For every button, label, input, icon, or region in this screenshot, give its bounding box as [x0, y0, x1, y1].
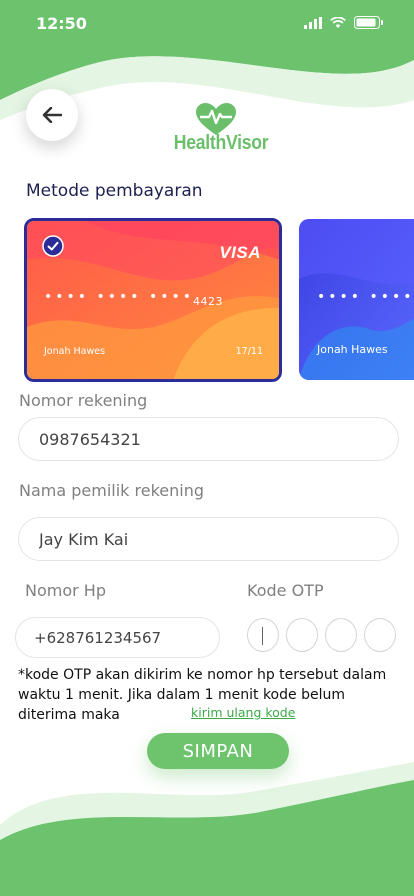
otp-label: Kode OTP: [247, 581, 324, 600]
payment-card-visa[interactable]: VISA •••• •••• •••• 4423 Jonah Hawes 17/…: [24, 218, 282, 382]
otp-digit-4[interactable]: [364, 618, 396, 652]
status-bar: 12:50: [0, 0, 414, 48]
account-number-input[interactable]: [18, 417, 399, 461]
signal-icon: [304, 16, 322, 29]
status-icons: [304, 16, 384, 29]
card-holder-name: Jonah Hawes: [317, 343, 388, 356]
status-time: 12:50: [36, 14, 87, 33]
battery-icon: [354, 16, 383, 29]
payment-card-second[interactable]: •••• •••• Jonah Hawes: [299, 219, 414, 380]
arrow-left-icon: [42, 107, 62, 123]
account-number-label: Nomor rekening: [19, 391, 148, 410]
phone-input[interactable]: [15, 617, 220, 658]
card-holder-name: Jonah Hawes: [44, 346, 106, 357]
wifi-icon: [330, 16, 346, 28]
otp-digit-1[interactable]: [247, 618, 279, 652]
logo-text: HealthVisor: [173, 132, 269, 154]
back-button[interactable]: [26, 89, 78, 141]
account-name-label: Nama pemilik rekening: [19, 481, 205, 500]
account-name-input[interactable]: [18, 517, 399, 561]
card-number-masked: •••• •••• ••••: [44, 289, 194, 305]
resend-code-link[interactable]: kirim ulang kode: [191, 705, 295, 720]
visa-logo: VISA: [219, 243, 261, 262]
phone-label: Nomor Hp: [25, 581, 106, 600]
logo: HealthVisor: [168, 102, 269, 162]
text-cursor: [262, 627, 263, 645]
heart-pulse-icon: [196, 103, 236, 135]
save-button[interactable]: SIMPAN: [147, 733, 289, 769]
card-expiry: 17/11: [235, 346, 263, 357]
card-last-digits: 4423: [193, 295, 223, 308]
payment-method-title: Metode pembayaran: [26, 181, 203, 201]
otp-digit-2[interactable]: [286, 618, 318, 652]
card-number-masked: •••• ••••: [317, 289, 414, 305]
check-circle-icon: [42, 235, 64, 257]
otp-digit-3[interactable]: [325, 618, 357, 652]
